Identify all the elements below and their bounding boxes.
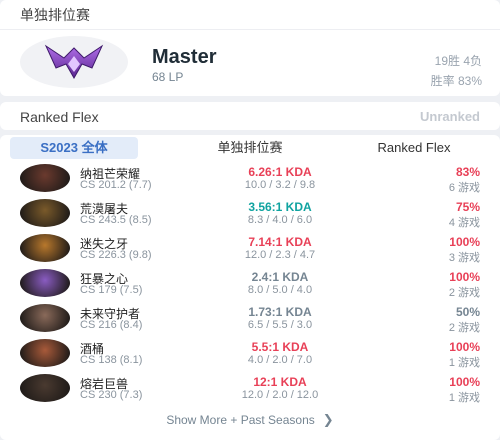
champion-avatar [20,339,70,367]
flex-rank-status: Unranked [420,109,480,124]
champion-kda-detail: 12.0 / 2.0 / 12.0 [241,389,319,401]
champion-avatar [20,199,70,227]
champion-games: 2 游戏 [448,322,480,334]
champion-cs: CS 230 (7.3) [80,389,143,401]
chevron-right-icon: ❯ [322,412,334,427]
champion-winrate: 100% [449,270,480,284]
champion-list: 纳祖芒荣耀 CS 201.2 (7.7) 6.26:1 KDA 10.0 / 3… [0,161,500,406]
master-emblem-icon [44,44,104,80]
champion-kda: 3.56:1 KDA [248,200,312,214]
champion-avatar [20,164,70,192]
tier-name: Master [152,46,217,68]
champion-stats-card: S2023 全体 单独排位赛 Ranked Flex 纳祖芒荣耀 CS 201.… [0,135,500,440]
champion-kda: 2.4:1 KDA [251,270,309,284]
show-more-label: Show More + Past Seasons [166,413,315,427]
champion-kda-detail: 6.5 / 5.5 / 3.0 [247,319,313,331]
champion-cs: CS 226.3 (9.8) [80,249,152,261]
champion-row[interactable]: 荒漠屠夫 CS 243.5 (8.5) 3.56:1 KDA 8.3 / 4.0… [0,196,500,231]
champion-cs: CS 216 (8.4) [80,319,143,331]
champion-avatar [20,374,70,402]
champion-avatar [20,269,70,297]
queue-tabs: S2023 全体 单独排位赛 Ranked Flex [0,135,500,161]
solo-ranked-card: 单独排位赛 Master 68 LP 19胜 4负 胜率 83% [0,0,500,96]
champion-kda-detail: 10.0 / 3.2 / 9.8 [244,179,316,191]
tab-solo-ranked[interactable]: 单独排位赛 [172,137,328,159]
champion-kda: 5.5:1 KDA [251,340,309,354]
champion-kda: 6.26:1 KDA [248,165,312,179]
champion-kda: 1.73:1 KDA [248,305,312,319]
champion-winrate: 75% [455,200,480,214]
solo-ranked-title: 单独排位赛 [0,0,500,30]
champion-games: 4 游戏 [448,217,480,229]
champion-kda-detail: 8.0 / 5.0 / 4.0 [247,284,313,296]
tab-ranked-flex[interactable]: Ranked Flex [344,137,484,159]
champion-cs: CS 179 (7.5) [80,284,143,296]
champion-winrate: 100% [449,235,480,249]
tab-season-all[interactable]: S2023 全体 [10,137,138,159]
champion-row[interactable]: 狂暴之心 CS 179 (7.5) 2.4:1 KDA 8.0 / 5.0 / … [0,266,500,301]
champion-winrate: 100% [449,340,480,354]
champion-games: 2 游戏 [448,287,480,299]
champion-games: 1 游戏 [448,357,480,369]
league-points: 68 LP [152,70,184,84]
win-loss-record: 19胜 4负 [434,54,482,68]
champion-cs: CS 201.2 (7.7) [80,179,152,191]
flex-ranked-title: Ranked Flex [20,109,99,125]
champion-games: 6 游戏 [448,182,480,194]
champion-row[interactable]: 熔岩巨兽 CS 230 (7.3) 12:1 KDA 12.0 / 2.0 / … [0,371,500,406]
champion-winrate: 83% [455,165,480,179]
champion-row[interactable]: 酒桶 CS 138 (8.1) 5.5:1 KDA 4.0 / 2.0 / 7.… [0,336,500,371]
champion-avatar [20,304,70,332]
champion-cs: CS 138 (8.1) [80,354,143,366]
champion-row[interactable]: 纳祖芒荣耀 CS 201.2 (7.7) 6.26:1 KDA 10.0 / 3… [0,161,500,196]
champion-row[interactable]: 迷失之牙 CS 226.3 (9.8) 7.14:1 KDA 12.0 / 2.… [0,231,500,266]
champion-games: 3 游戏 [448,252,480,264]
champion-kda: 7.14:1 KDA [248,235,312,249]
champion-winrate: 100% [449,375,480,389]
solo-rank-body: Master 68 LP 19胜 4负 胜率 83% [0,30,500,96]
win-rate: 胜率 83% [430,74,482,88]
champion-kda-detail: 8.3 / 4.0 / 6.0 [247,214,313,226]
flex-ranked-card: Ranked Flex Unranked [0,102,500,130]
champion-kda-detail: 12.0 / 2.3 / 4.7 [244,249,316,261]
champion-games: 1 游戏 [448,392,480,404]
show-more-button[interactable]: Show More + Past Seasons ❯ [0,407,500,433]
champion-cs: CS 243.5 (8.5) [80,214,152,226]
champion-winrate: 50% [455,305,480,319]
champion-row[interactable]: 未来守护者 CS 216 (8.4) 1.73:1 KDA 6.5 / 5.5 … [0,301,500,336]
champion-kda-detail: 4.0 / 2.0 / 7.0 [247,354,313,366]
rank-emblem [20,36,128,88]
champion-kda: 12:1 KDA [253,375,307,389]
champion-avatar [20,234,70,262]
